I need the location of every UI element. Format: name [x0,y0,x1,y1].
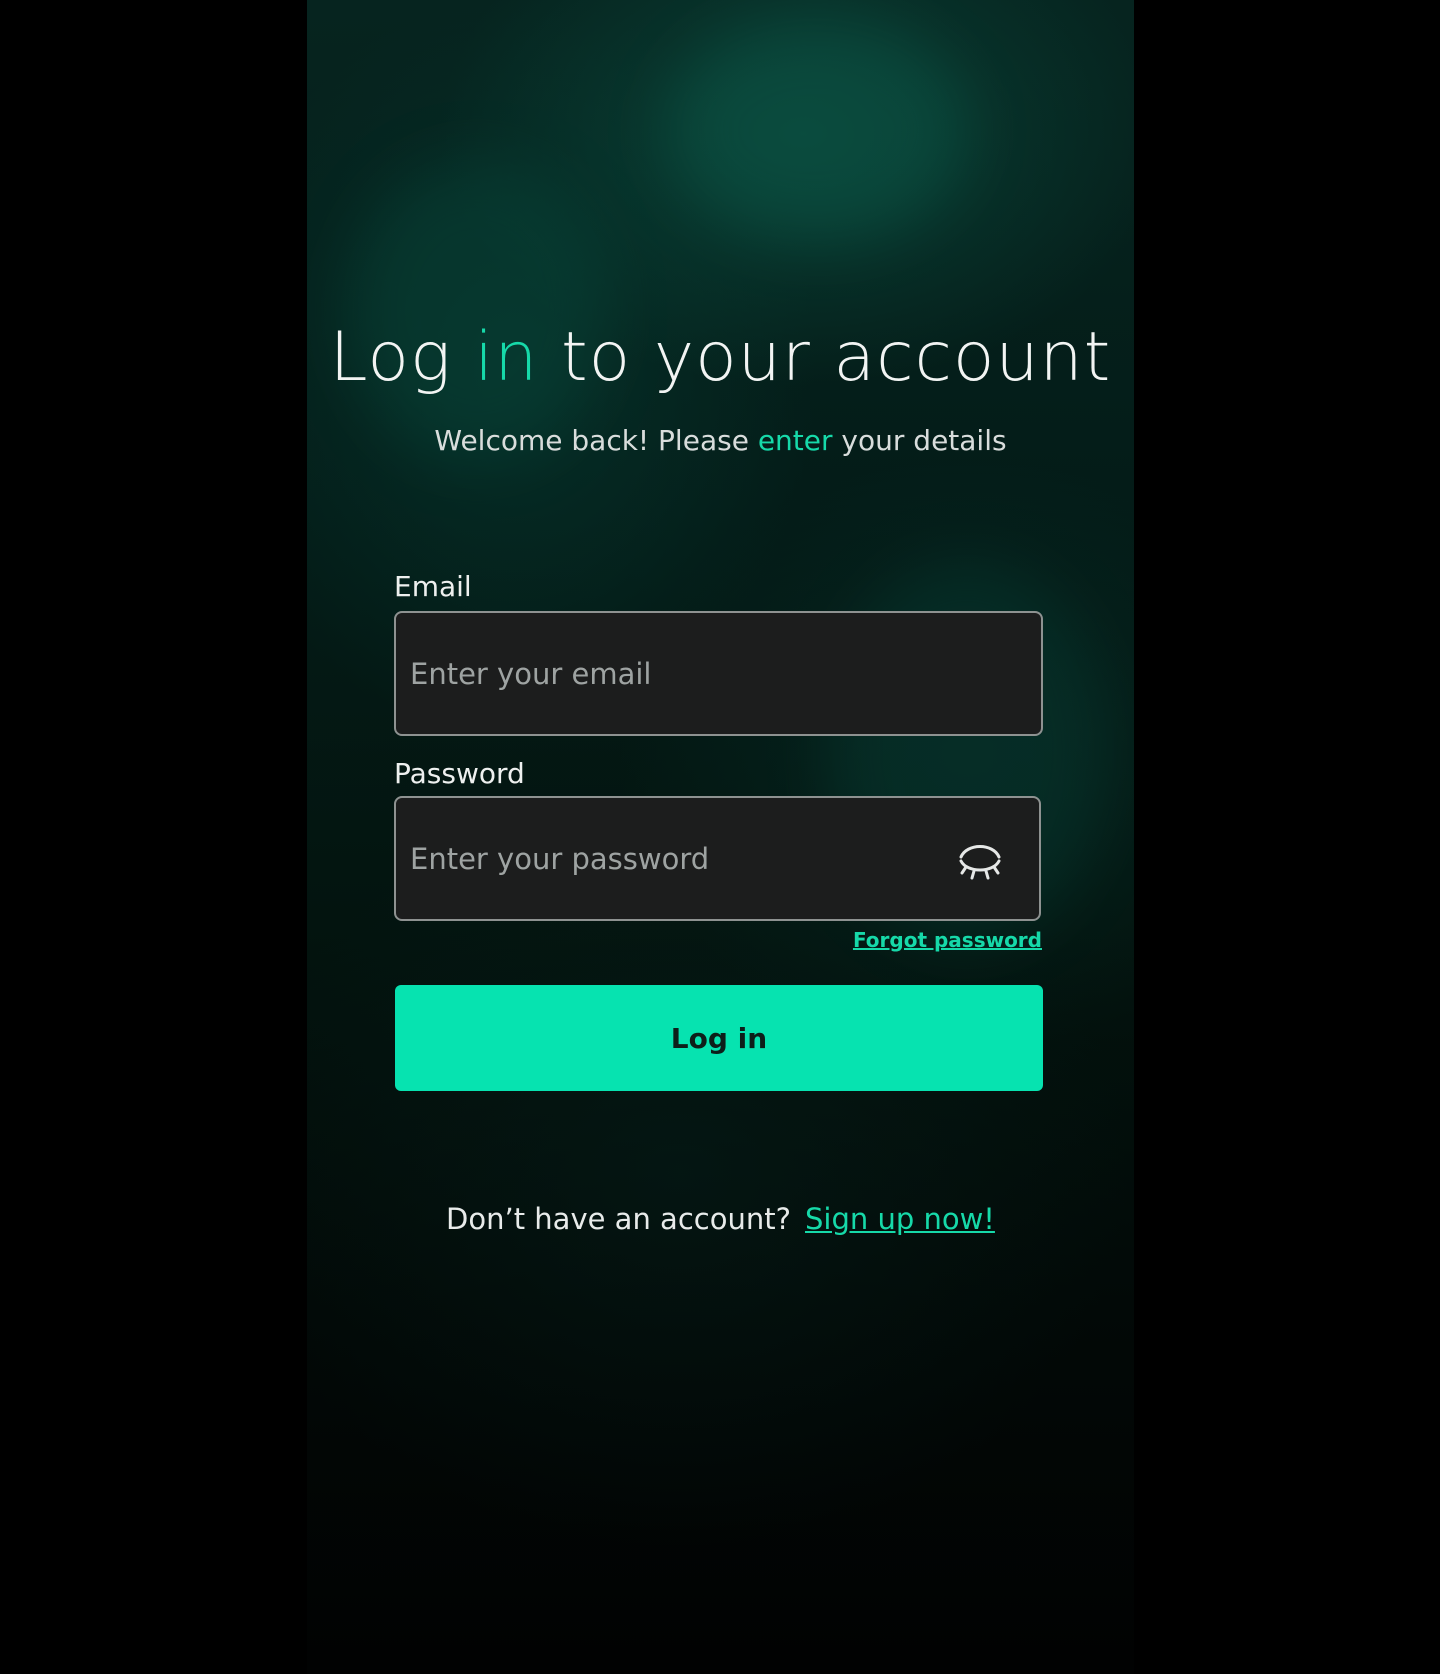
title-text-start: Log [329,318,475,397]
subtitle-text-start: Welcome back! Please [434,424,758,457]
subtitle-text-end: your details [832,424,1007,457]
password-field[interactable] [394,796,1041,921]
background-brush-texture [667,20,967,240]
background-brush-texture [347,160,607,460]
forgot-password-link[interactable]: Forgot password [853,928,1042,952]
page-title: Log in to your account [307,318,1134,397]
login-button[interactable]: Log in [395,985,1043,1091]
page-subtitle: Welcome back! Please enter your details [307,424,1134,457]
signup-prompt: Don’t have an account? Sign up now! [307,1202,1134,1236]
signup-prompt-text: Don’t have an account? [446,1202,791,1236]
signup-link[interactable]: Sign up now! [805,1202,995,1236]
email-label: Email [394,570,472,603]
subtitle-accent-text: enter [757,424,833,457]
email-field[interactable] [394,611,1043,736]
eye-closed-icon[interactable] [957,835,1003,883]
password-label: Password [394,757,525,790]
login-screen: Log in to your account Welcome back! Ple… [307,0,1134,1674]
title-text-end: to your account [538,318,1112,397]
title-accent-text: in [474,318,539,397]
